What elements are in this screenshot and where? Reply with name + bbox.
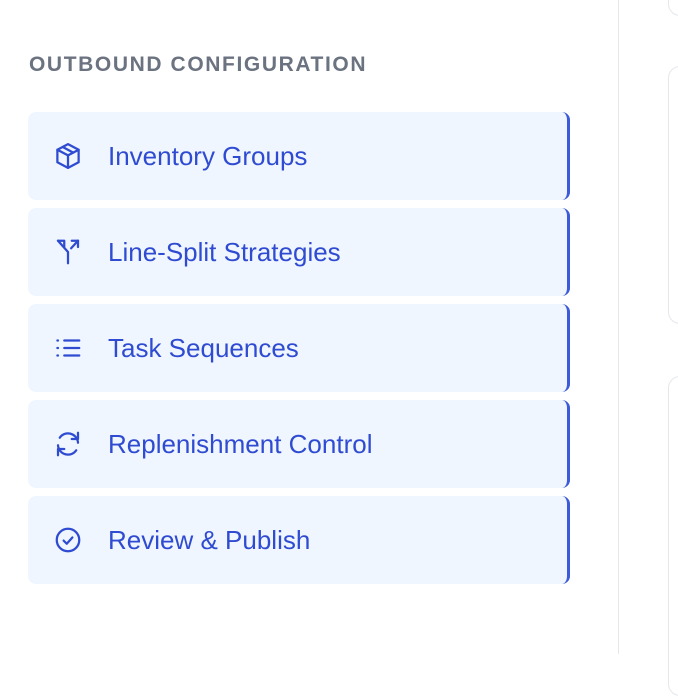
- sidebar-item-label: Replenishment Control: [108, 428, 373, 459]
- refresh-icon: [52, 428, 84, 460]
- check-circle-icon: [52, 524, 84, 556]
- sidebar-item-replenishment-control[interactable]: Replenishment Control: [28, 400, 570, 488]
- section-title: OUTBOUND CONFIGURATION: [29, 53, 368, 76]
- sidebar-item-label: Inventory Groups: [108, 140, 308, 171]
- sidebar-item-label: Task Sequences: [108, 332, 299, 363]
- content-card: [668, 0, 678, 16]
- sidebar-item-label: Review & Publish: [108, 524, 311, 555]
- nav-list: Inventory Groups Line-Split Strategies T…: [28, 112, 570, 592]
- panel-divider: [618, 0, 619, 654]
- sidebar-item-task-sequences[interactable]: Task Sequences: [28, 304, 570, 392]
- sidebar-item-line-split-strategies[interactable]: Line-Split Strategies: [28, 208, 570, 296]
- content-card: [668, 376, 678, 696]
- content-card: [668, 66, 678, 324]
- package-icon: [52, 140, 84, 172]
- split-arrows-icon: [52, 236, 84, 268]
- sidebar-item-label: Line-Split Strategies: [108, 236, 341, 267]
- sidebar-item-inventory-groups[interactable]: Inventory Groups: [28, 112, 570, 200]
- sidebar-item-review-publish[interactable]: Review & Publish: [28, 496, 570, 584]
- sidebar: OUTBOUND CONFIGURATION Inventory Groups: [0, 0, 618, 654]
- list-icon: [52, 332, 84, 364]
